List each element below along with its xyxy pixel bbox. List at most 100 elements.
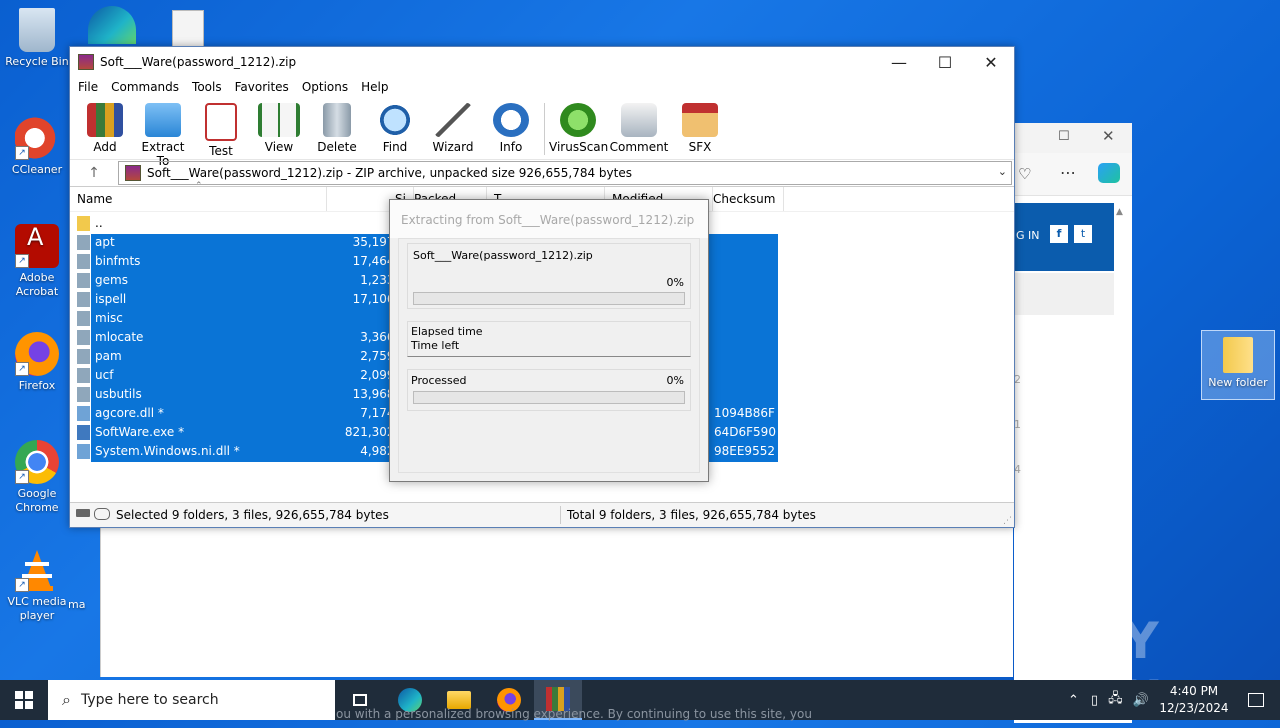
browser-close-icon[interactable]: ✕ xyxy=(1102,127,1115,145)
toolbar-separator xyxy=(544,103,545,155)
comment-button[interactable]: Comment xyxy=(607,97,671,154)
start-button[interactable] xyxy=(0,680,48,720)
sfx-icon xyxy=(682,103,718,137)
desktop-icon-label: Adobe Acrobat xyxy=(15,271,59,298)
desktop-icon-recycle-bin[interactable]: Recycle Bin xyxy=(1,8,73,69)
view-button[interactable]: View xyxy=(250,97,308,154)
menu-options[interactable]: Options xyxy=(297,80,356,94)
desktop-icon-label: VLC media player xyxy=(7,595,67,622)
browser-scroll-up-icon[interactable]: ▲ xyxy=(1116,207,1123,217)
address-bar: ↑ Soft___Ware(password_1212).zip - ZIP a… xyxy=(70,160,1014,187)
taskbar-search[interactable]: ⌕ Type here to search xyxy=(48,680,335,720)
info-icon xyxy=(493,103,529,137)
file-name: usbutils xyxy=(95,387,142,401)
file-name: misc xyxy=(95,311,123,325)
ccleaner-icon: ↗ xyxy=(15,116,59,160)
clock-date: 12/23/2024 xyxy=(1159,701,1229,715)
window-title: Soft___Ware(password_1212).zip xyxy=(100,55,297,69)
virusscan-button[interactable]: VirusScan xyxy=(549,97,608,154)
desktop-icon-label: Firefox xyxy=(18,379,56,392)
time-left-label: Time left xyxy=(411,339,460,352)
processed-percent: 0% xyxy=(666,374,684,387)
dialog-title: Extracting from Soft___Ware(password_121… xyxy=(390,200,708,238)
health-icon[interactable]: ♡ xyxy=(1018,165,1031,183)
desktop-icon-new-folder[interactable]: New folder xyxy=(1201,330,1275,400)
chevron-down-icon[interactable]: ⌄ xyxy=(998,165,1007,178)
twitter-icon[interactable]: t xyxy=(1074,225,1092,243)
desktop-icon-label: CCleaner xyxy=(11,163,63,176)
file-name-cell: gems xyxy=(77,271,130,290)
file-name-cell: agcore.dll * xyxy=(77,404,166,423)
column-checksum[interactable]: Checksum xyxy=(706,187,784,211)
minimize-button[interactable]: — xyxy=(876,47,922,77)
menu-help[interactable]: Help xyxy=(356,80,396,94)
network-icon[interactable]: 🖧 xyxy=(1108,689,1123,711)
faint-text-2: 1 xyxy=(1014,418,1021,431)
desktop-icon-adobe-acrobat[interactable]: A ↗ Adobe Acrobat xyxy=(1,224,73,299)
file-progress-bar xyxy=(413,292,685,305)
facebook-icon[interactable]: f xyxy=(1050,225,1068,243)
menu-tools[interactable]: Tools xyxy=(187,80,230,94)
folder-icon xyxy=(77,311,90,326)
maximize-button[interactable]: ☐ xyxy=(922,47,968,77)
shortcut-arrow-icon: ↗ xyxy=(15,146,29,160)
login-text[interactable]: G IN xyxy=(1016,229,1040,242)
archive-path-field[interactable]: Soft___Ware(password_1212).zip - ZIP arc… xyxy=(118,161,1012,185)
extracting-filename: Soft___Ware(password_1212).zip xyxy=(413,249,593,262)
find-button[interactable]: Find xyxy=(366,97,424,154)
folder-icon xyxy=(77,330,90,345)
browser-toolbar: ♡ ⋯ xyxy=(1014,153,1132,196)
desktop-icon-partial[interactable]: ma xyxy=(68,598,98,612)
browser-maximize-icon[interactable]: ☐ xyxy=(1058,129,1070,144)
menu-bar: File Commands Tools Favorites Options He… xyxy=(70,77,1014,97)
add-button[interactable]: Add xyxy=(76,97,134,154)
tray-device-icon[interactable]: ▯ xyxy=(1091,693,1098,708)
folder-icon xyxy=(77,273,90,288)
file-name: binfmts xyxy=(95,254,141,268)
wizard-button-label: Wizard xyxy=(432,140,474,154)
file-name-cell: misc xyxy=(77,309,125,328)
show-hidden-icons-chevron-up-icon[interactable]: ⌃ xyxy=(1068,693,1079,708)
menu-commands[interactable]: Commands xyxy=(106,80,187,94)
trash-bin-icon xyxy=(323,103,351,137)
desktop-icon-chrome[interactable]: ↗ Google Chrome xyxy=(1,440,73,515)
file-checksum: 1094B86F xyxy=(714,406,775,420)
wizard-button[interactable]: Wizard xyxy=(424,97,482,154)
file-name: ispell xyxy=(95,292,127,306)
add-button-label: Add xyxy=(93,140,117,154)
desktop-icon-label: ma xyxy=(68,598,86,611)
extract-to-button[interactable]: Extract To xyxy=(134,97,192,168)
menu-favorites[interactable]: Favorites xyxy=(230,80,297,94)
file-icon xyxy=(77,425,90,440)
comment-icon xyxy=(621,103,657,137)
taskbar-clock[interactable]: 4:40 PM 12/23/2024 xyxy=(1156,683,1232,717)
edge-desktop-icon[interactable] xyxy=(88,6,136,44)
archive-path-text: Soft___Ware(password_1212).zip - ZIP arc… xyxy=(147,166,632,180)
close-button[interactable]: ✕ xyxy=(968,47,1014,77)
delete-button[interactable]: Delete xyxy=(308,97,366,154)
file-name-cell: usbutils xyxy=(77,385,144,404)
window-titlebar[interactable]: Soft___Ware(password_1212).zip — ☐ ✕ xyxy=(70,47,1014,77)
info-button[interactable]: Info xyxy=(482,97,540,154)
copilot-icon[interactable] xyxy=(1098,163,1120,183)
test-button[interactable]: Test xyxy=(192,97,250,158)
document-desktop-icon[interactable] xyxy=(172,10,204,48)
key-icon xyxy=(94,508,110,520)
up-arrow-icon[interactable]: ↑ xyxy=(70,165,118,181)
status-bar: Selected 9 folders, 3 files, 926,655,784… xyxy=(70,502,1014,527)
faint-text-3: 4 xyxy=(1014,463,1021,476)
volume-icon[interactable]: 🔊 xyxy=(1133,693,1149,708)
folder-icon xyxy=(77,387,90,402)
magnifier-icon xyxy=(377,103,413,137)
resize-grip-icon[interactable]: ⋰ xyxy=(1003,516,1012,526)
sfx-button-label: SFX xyxy=(688,140,712,154)
desktop-icon-ccleaner[interactable]: ↗ CCleaner xyxy=(1,116,73,177)
sfx-button[interactable]: SFX xyxy=(671,97,729,154)
info-button-label: Info xyxy=(499,140,523,154)
file-name: agcore.dll * xyxy=(95,406,164,420)
menu-file[interactable]: File xyxy=(73,80,106,94)
more-options-icon[interactable]: ⋯ xyxy=(1060,163,1076,182)
desktop-icon-vlc[interactable]: ↗ VLC media player xyxy=(1,548,73,623)
desktop-icon-firefox[interactable]: ↗ Firefox xyxy=(1,332,73,393)
notification-center-button[interactable] xyxy=(1232,680,1280,720)
